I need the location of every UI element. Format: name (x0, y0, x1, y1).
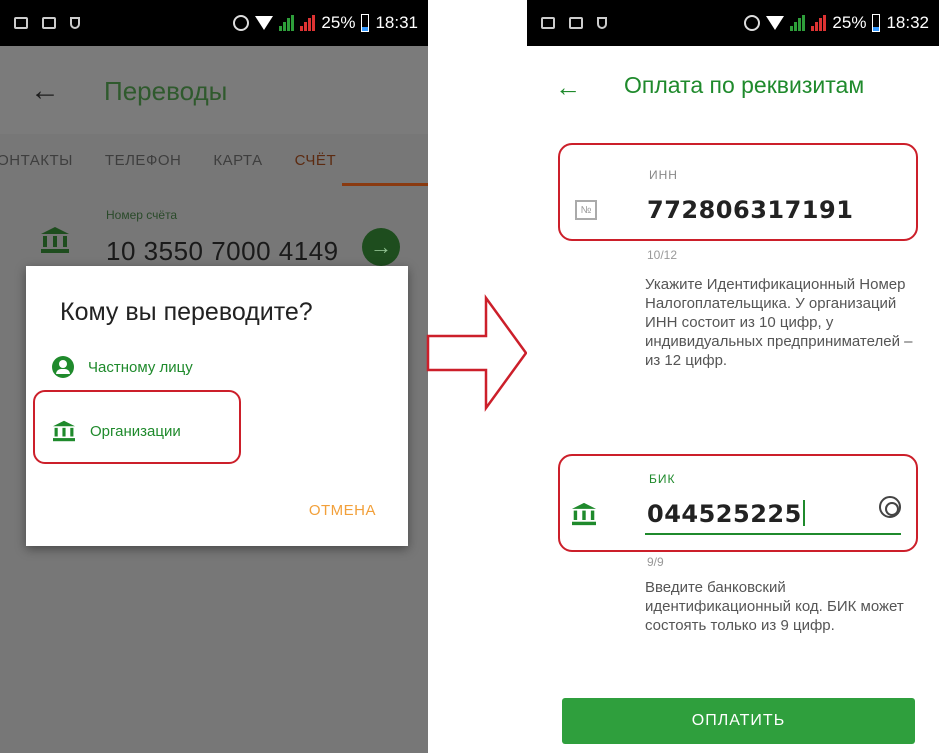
cancel-button[interactable]: ОТМЕНА (309, 502, 376, 519)
highlight-frame (558, 454, 918, 552)
alarm-icon (233, 15, 250, 31)
battery-icon (872, 14, 881, 32)
tab-card[interactable]: КАРТА (213, 152, 262, 169)
bank-icon (41, 227, 69, 253)
option-private-person[interactable]: Частному лицу (52, 356, 193, 378)
status-bar: 25% 18:31 (0, 0, 428, 46)
transition-arrow-icon (426, 294, 528, 412)
person-icon (52, 356, 74, 378)
tab-bar: КОНТАКТЫ ТЕЛЕФОН КАРТА СЧЁТ (0, 134, 428, 186)
page-title: Оплата по реквизитам (624, 72, 865, 98)
back-arrow-icon[interactable]: ← (30, 76, 60, 106)
wifi-icon (766, 16, 785, 30)
highlight-frame (558, 143, 918, 241)
arrow-right-icon[interactable]: → (362, 228, 400, 266)
tab-phone[interactable]: ТЕЛЕФОН (105, 152, 181, 169)
bik-counter: 9/9 (647, 555, 664, 569)
tab-contacts[interactable]: КОНТАКТЫ (0, 152, 73, 169)
signal-icon (300, 15, 316, 31)
screenshot-icon (14, 17, 28, 29)
battery-percent: 25% (832, 13, 867, 32)
inn-hint: Укажите Идентификационный Номер Налогопл… (645, 276, 913, 369)
signal-icon (811, 15, 827, 31)
screenshot-icon (541, 17, 555, 29)
battery-percent: 25% (321, 13, 356, 32)
left-phone-screen: 25% 18:31 ← Переводы КОНТАКТЫ ТЕЛЕФОН КА… (0, 0, 428, 753)
clock: 18:32 (886, 13, 929, 32)
bik-hint: Введите банковский идентификационный код… (645, 579, 904, 634)
message-icon (569, 17, 583, 29)
highlight-frame (33, 390, 241, 464)
page-title: Переводы (104, 76, 228, 106)
app-bar: ← Переводы (0, 46, 428, 134)
active-tab-indicator (342, 183, 428, 186)
back-arrow-icon[interactable]: ← (555, 74, 581, 100)
tab-account[interactable]: СЧЁТ (295, 152, 337, 169)
wifi-icon (255, 16, 274, 30)
shield-icon (70, 17, 80, 29)
alarm-icon (744, 15, 761, 31)
option-label: Частному лицу (88, 358, 193, 376)
message-icon (42, 17, 56, 29)
signal-icon (279, 15, 295, 31)
inn-counter: 10/12 (647, 248, 678, 262)
dialog-title: Кому вы переводите? (60, 298, 313, 326)
right-phone-screen: 25% 18:32 ← Оплата по реквизитам ИНН № 7… (527, 0, 939, 753)
battery-icon (361, 14, 370, 32)
pay-button[interactable]: ОПЛАТИТЬ (562, 698, 915, 744)
status-bar: 25% 18:32 (527, 0, 939, 46)
signal-icon (790, 15, 806, 31)
clock: 18:31 (375, 13, 418, 32)
account-number-label: Номер счёта (106, 208, 178, 222)
shield-icon (597, 17, 607, 29)
account-number-field[interactable]: 10 3550 7000 4149 (106, 236, 339, 267)
